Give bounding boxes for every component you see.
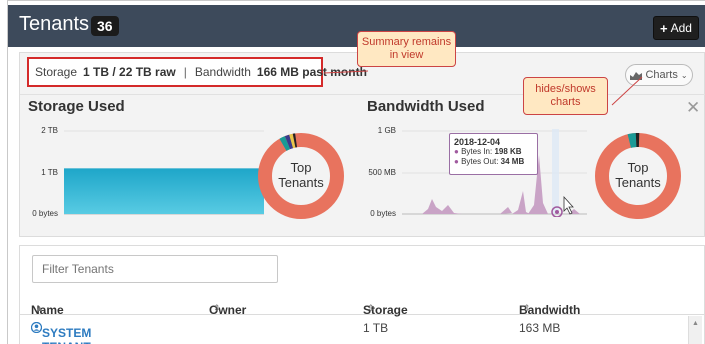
- bandwidth-y-tick: 500 MB: [368, 168, 396, 177]
- bandwidth-area-fill: [512, 191, 530, 214]
- storage-y-tick: 2 TB: [41, 126, 58, 135]
- storage-donut-label: Top Tenants: [278, 160, 324, 190]
- tooltip-bytes-out: ● Bytes Out: 34 MB: [454, 157, 525, 166]
- table-header: Name ▲ Owner ⇕ Storage ⇕ Bandwidth ⇕: [20, 289, 705, 317]
- bandwidth-donut-label: Top Tenants: [615, 160, 661, 190]
- tenants-page: Tenants 36 + Add Storage 1 TB / 22 TB ra…: [7, 0, 705, 344]
- callout-pointer: [323, 70, 369, 74]
- plus-icon: +: [660, 20, 668, 36]
- sort-icon: ⇕: [523, 303, 531, 313]
- tenant-count-badge: 36: [91, 16, 119, 36]
- tenants-table-panel: Name▲ Owner⇕ Storage⇕ Bandwidth⇕ SYSTEM …: [19, 245, 705, 344]
- summary-panel: Storage 1 TB / 22 TB raw | Bandwidth 166…: [19, 31, 705, 237]
- tooltip-bytes-in: ● Bytes In: 198 KB: [454, 147, 522, 156]
- sort-icon: ⇕: [367, 303, 375, 313]
- tenant-bandwidth: 163 MB: [519, 321, 561, 335]
- filter-tenants-input[interactable]: [32, 255, 278, 283]
- hover-band: [552, 129, 559, 214]
- tooltip-bytes-in-label: Bytes In:: [461, 147, 493, 156]
- storage-area-fill: [64, 168, 264, 214]
- tenant-name: SYSTEM TENANT: [42, 326, 92, 344]
- tooltip-bytes-out-label: Bytes Out:: [461, 157, 499, 166]
- add-tenant-button[interactable]: + Add: [653, 16, 699, 40]
- tenant-storage: 1 TB: [363, 321, 389, 335]
- user-icon: [30, 321, 43, 334]
- sort-asc-icon: ▲: [35, 303, 44, 313]
- bandwidth-y-tick: 0 bytes: [370, 209, 396, 218]
- storage-area-chart: [64, 130, 264, 215]
- bandwidth-tooltip: 2018-12-04 ● Bytes In: 198 KB ● Bytes Ou…: [449, 133, 538, 175]
- callout-pointer: [611, 76, 643, 106]
- tooltip-date: 2018-12-04: [454, 137, 501, 147]
- table-scrollbar[interactable]: ▲: [688, 316, 702, 344]
- table-row[interactable]: SYSTEM TENANT 1 TB 163 MB: [20, 316, 705, 344]
- tenant-name-link[interactable]: SYSTEM TENANT: [30, 321, 91, 344]
- scroll-up-icon[interactable]: ▲: [692, 320, 699, 327]
- charts-callout: hides/shows charts: [523, 77, 608, 115]
- bandwidth-area-fill: [500, 207, 512, 214]
- storage-y-tick: 1 TB: [41, 168, 58, 177]
- summary-callout: Summary remains in view: [357, 31, 456, 67]
- page-title: Tenants: [19, 13, 90, 35]
- storage-y-tick: 0 bytes: [32, 209, 58, 218]
- bandwidth-y-tick: 1 GB: [377, 126, 396, 135]
- tooltip-bytes-out-value: 34 MB: [500, 157, 525, 166]
- hover-marker-dot: [555, 210, 559, 214]
- mouse-pointer-icon: [563, 195, 574, 215]
- add-button-label: Add: [670, 21, 692, 35]
- tooltip-bytes-in-value: 198 KB: [494, 147, 522, 156]
- sort-icon: ⇕: [213, 303, 221, 313]
- bandwidth-area-fill: [422, 199, 462, 214]
